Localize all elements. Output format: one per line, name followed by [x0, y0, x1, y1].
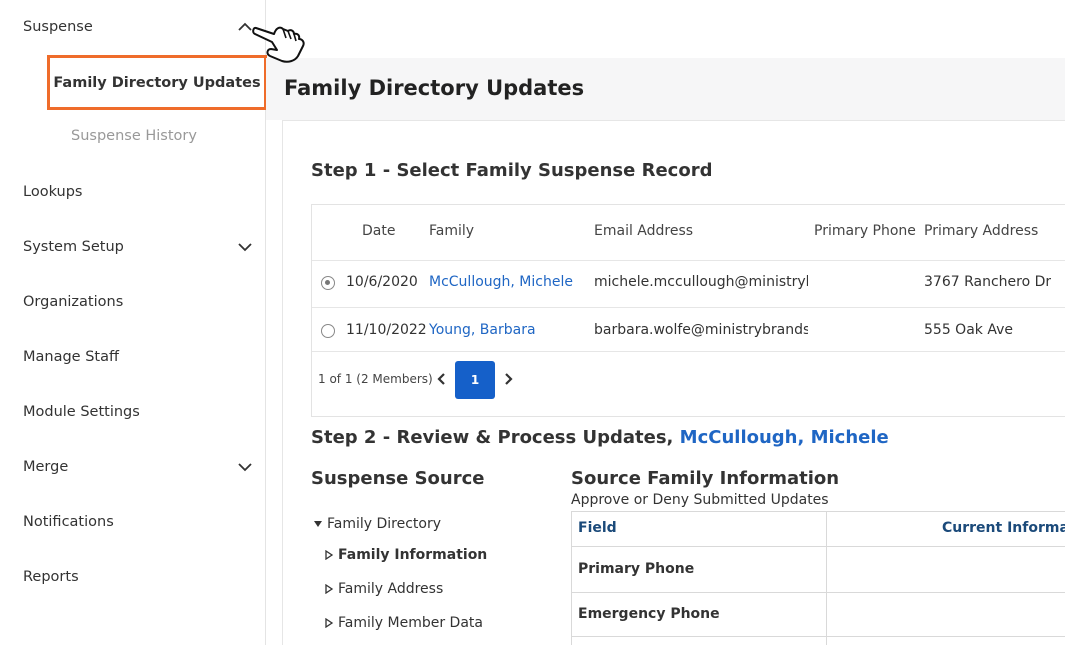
tree-node-family-directory[interactable]: Family Directory: [313, 516, 441, 532]
step1-title: Step 1 - Select Family Suspense Record: [311, 160, 713, 181]
column-header-primary-address[interactable]: Primary Address: [924, 223, 1038, 239]
caret-right-icon[interactable]: [324, 618, 334, 628]
column-header-family[interactable]: Family: [429, 223, 474, 239]
chevron-left-icon[interactable]: [435, 372, 449, 386]
sidebar-item-family-directory-updates[interactable]: Family Directory Updates: [47, 55, 267, 110]
divider: [572, 592, 1065, 593]
sidebar-item-label: Family Directory Updates: [53, 74, 261, 91]
column-header-email[interactable]: Email Address: [594, 223, 693, 239]
chevron-down-icon[interactable]: [236, 238, 254, 256]
nav-item-manage-staff[interactable]: Manage Staff: [0, 337, 266, 377]
tree-node-family-information[interactable]: Family Information: [324, 547, 487, 563]
source-info-table: Field Current Informa Primary Phone Emer…: [571, 511, 1065, 645]
caret-right-icon[interactable]: [324, 550, 334, 560]
cell-date: 10/6/2020: [346, 274, 418, 290]
source-family-info-title: Source Family Information: [571, 468, 840, 489]
nav-item-organizations[interactable]: Organizations: [0, 282, 266, 322]
row-select-radio[interactable]: [321, 324, 335, 338]
divider: [312, 307, 1065, 308]
page-title: Family Directory Updates: [284, 76, 585, 100]
tree-node-label: Family Address: [338, 581, 444, 597]
nav-item-label: Suspense: [23, 19, 93, 35]
hand-pointer-icon: [252, 26, 305, 63]
column-header-primary-phone[interactable]: Primary Phone: [814, 223, 916, 239]
chevron-right-icon[interactable]: [501, 372, 515, 386]
nav-item-label: System Setup: [23, 239, 124, 255]
step2-title: Step 2 - Review & Process Updates, McCul…: [311, 427, 889, 448]
cell-address: 3767 Ranchero Dr: [924, 274, 1052, 290]
nav-item-label: Notifications: [23, 514, 114, 530]
tree-node-label: Family Information: [338, 547, 488, 563]
nav-item-label: Reports: [23, 569, 79, 585]
cell-address: 555 Oak Ave: [924, 322, 1013, 338]
family-link[interactable]: Young, Barbara: [429, 322, 536, 338]
pager-summary: 1 of 1 (2 Members): [318, 372, 433, 386]
field-label: Emergency Phone: [578, 606, 720, 622]
cell-email: barbara.wolfe@ministrybrands.c: [594, 322, 808, 338]
divider: [572, 636, 1065, 637]
nav-item-label: Lookups: [23, 184, 83, 200]
chevron-down-icon[interactable]: [236, 458, 254, 476]
cell-date: 11/10/2022: [346, 322, 427, 338]
divider: [312, 260, 1065, 261]
nav-item-merge[interactable]: Merge: [0, 447, 266, 487]
row-select-radio[interactable]: [321, 276, 335, 290]
nav-item-label: Merge: [23, 459, 69, 475]
nav-item-label: Manage Staff: [23, 349, 119, 365]
suspense-records-table: Date Family Email Address Primary Phone …: [311, 204, 1065, 417]
nav-item-label: Module Settings: [23, 404, 140, 420]
suspense-source-title: Suspense Source: [311, 468, 485, 489]
tree-node-family-member-data[interactable]: Family Member Data: [324, 615, 483, 631]
nav-item-system-setup[interactable]: System Setup: [0, 227, 266, 267]
tree-node-family-address[interactable]: Family Address: [324, 581, 443, 597]
step2-title-prefix: Step 2 - Review & Process Updates,: [311, 427, 680, 448]
caret-down-icon[interactable]: [313, 519, 323, 529]
nav-item-label: Organizations: [23, 294, 124, 310]
nav-item-reports[interactable]: Reports: [0, 557, 266, 597]
field-label: Primary Phone: [578, 561, 695, 577]
tree-node-label: Family Directory: [327, 516, 442, 532]
nav-item-suspense[interactable]: Suspense: [0, 7, 266, 47]
divider: [312, 351, 1065, 352]
sidebar-item-suspense-history[interactable]: Suspense History: [71, 128, 197, 144]
nav-item-module-settings[interactable]: Module Settings: [0, 392, 266, 432]
divider: [572, 546, 1065, 547]
page-button[interactable]: 1: [455, 361, 495, 399]
source-family-info-subtitle: Approve or Deny Submitted Updates: [571, 492, 829, 508]
tree-node-label: Family Member Data: [338, 615, 483, 631]
caret-right-icon[interactable]: [324, 584, 334, 594]
main-content: Family Directory Updates Step 1 - Select…: [266, 0, 1065, 645]
column-header-date[interactable]: Date: [362, 223, 395, 239]
divider: [826, 512, 827, 645]
family-link[interactable]: McCullough, Michele: [429, 274, 573, 290]
nav-item-notifications[interactable]: Notifications: [0, 502, 266, 542]
cell-email: michele.mccullough@ministrybr: [594, 274, 808, 290]
sidebar: Suspense Family Directory Updates Suspen…: [0, 0, 267, 645]
step2-family-name: McCullough, Michele: [679, 427, 889, 448]
column-header-field: Field: [578, 520, 617, 536]
column-header-current-info: Current Informa: [942, 520, 1065, 536]
nav-item-lookups[interactable]: Lookups: [0, 172, 266, 212]
